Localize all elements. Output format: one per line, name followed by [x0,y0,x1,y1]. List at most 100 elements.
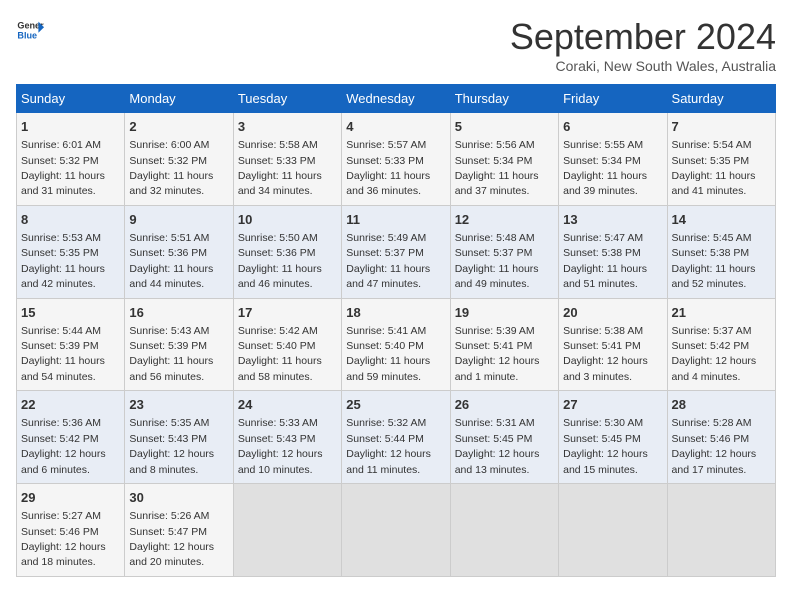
cell-info: Sunrise: 5:45 AMSunset: 5:38 PMDaylight:… [672,232,756,290]
day-number: 11 [346,211,445,229]
calendar-cell: 16 Sunrise: 5:43 AMSunset: 5:39 PMDayligh… [125,298,233,391]
day-number: 8 [21,211,120,229]
cell-info: Sunrise: 5:43 AMSunset: 5:39 PMDaylight:… [129,325,213,383]
day-number: 4 [346,118,445,136]
col-sunday: Sunday [17,85,125,113]
cell-info: Sunrise: 5:51 AMSunset: 5:36 PMDaylight:… [129,232,213,290]
table-row: 29 Sunrise: 5:27 AMSunset: 5:46 PMDayligh… [17,484,776,577]
calendar-cell: 5 Sunrise: 5:56 AMSunset: 5:34 PMDaylight… [450,113,558,206]
calendar-cell: 4 Sunrise: 5:57 AMSunset: 5:33 PMDaylight… [342,113,450,206]
cell-info: Sunrise: 6:01 AMSunset: 5:32 PMDaylight:… [21,139,105,197]
calendar-cell: 7Sunrise: 5:54 AMSunset: 5:35 PMDaylight… [667,113,775,206]
table-row: 8 Sunrise: 5:53 AMSunset: 5:35 PMDaylight… [17,205,776,298]
calendar-cell [342,484,450,577]
calendar-cell [559,484,667,577]
cell-info: Sunrise: 5:33 AMSunset: 5:43 PMDaylight:… [238,417,323,475]
cell-info: Sunrise: 5:57 AMSunset: 5:33 PMDaylight:… [346,139,430,197]
day-number: 29 [21,489,120,507]
calendar-cell: 17Sunrise: 5:42 AMSunset: 5:40 PMDayligh… [233,298,341,391]
day-number: 13 [563,211,662,229]
cell-info: Sunrise: 5:32 AMSunset: 5:44 PMDaylight:… [346,417,431,475]
day-number: 26 [455,396,554,414]
location: Coraki, New South Wales, Australia [510,58,776,74]
cell-info: Sunrise: 5:30 AMSunset: 5:45 PMDaylight:… [563,417,648,475]
page-header: General Blue September 2024 Coraki, New … [16,16,776,74]
cell-info: Sunrise: 6:00 AMSunset: 5:32 PMDaylight:… [129,139,213,197]
calendar-cell: 24 Sunrise: 5:33 AMSunset: 5:43 PMDayligh… [233,391,341,484]
calendar-cell: 25 Sunrise: 5:32 AMSunset: 5:44 PMDayligh… [342,391,450,484]
calendar-cell: 14Sunrise: 5:45 AMSunset: 5:38 PMDayligh… [667,205,775,298]
cell-info: Sunrise: 5:28 AMSunset: 5:46 PMDaylight:… [672,417,757,475]
logo-icon: General Blue [16,16,44,44]
calendar-cell: 3Sunrise: 5:58 AMSunset: 5:33 PMDaylight… [233,113,341,206]
col-saturday: Saturday [667,85,775,113]
day-number: 2 [129,118,228,136]
cell-info: Sunrise: 5:55 AMSunset: 5:34 PMDaylight:… [563,139,647,197]
cell-info: Sunrise: 5:31 AMSunset: 5:45 PMDaylight:… [455,417,540,475]
day-number: 22 [21,396,120,414]
cell-info: Sunrise: 5:35 AMSunset: 5:43 PMDaylight:… [129,417,214,475]
cell-info: Sunrise: 5:27 AMSunset: 5:46 PMDaylight:… [21,510,106,568]
header-row: Sunday Monday Tuesday Wednesday Thursday… [17,85,776,113]
col-tuesday: Tuesday [233,85,341,113]
calendar-cell: 18 Sunrise: 5:41 AMSunset: 5:40 PMDayligh… [342,298,450,391]
calendar-cell: 21Sunrise: 5:37 AMSunset: 5:42 PMDayligh… [667,298,775,391]
cell-info: Sunrise: 5:41 AMSunset: 5:40 PMDaylight:… [346,325,430,383]
cell-info: Sunrise: 5:56 AMSunset: 5:34 PMDaylight:… [455,139,539,197]
day-number: 25 [346,396,445,414]
calendar-cell: 9Sunrise: 5:51 AMSunset: 5:36 PMDaylight… [125,205,233,298]
day-number: 10 [238,211,337,229]
logo: General Blue [16,16,44,44]
day-number: 20 [563,304,662,322]
calendar-cell: 8 Sunrise: 5:53 AMSunset: 5:35 PMDaylight… [17,205,125,298]
col-monday: Monday [125,85,233,113]
cell-info: Sunrise: 5:26 AMSunset: 5:47 PMDaylight:… [129,510,214,568]
day-number: 6 [563,118,662,136]
calendar-cell: 20 Sunrise: 5:38 AMSunset: 5:41 PMDayligh… [559,298,667,391]
calendar-cell: 13 Sunrise: 5:47 AMSunset: 5:38 PMDayligh… [559,205,667,298]
calendar-cell: 29 Sunrise: 5:27 AMSunset: 5:46 PMDayligh… [17,484,125,577]
col-thursday: Thursday [450,85,558,113]
day-number: 24 [238,396,337,414]
cell-info: Sunrise: 5:39 AMSunset: 5:41 PMDaylight:… [455,325,540,383]
svg-text:Blue: Blue [17,30,37,40]
cell-info: Sunrise: 5:42 AMSunset: 5:40 PMDaylight:… [238,325,322,383]
table-row: 1 Sunrise: 6:01 AMSunset: 5:32 PMDaylight… [17,113,776,206]
day-number: 5 [455,118,554,136]
table-row: 22 Sunrise: 5:36 AMSunset: 5:42 PMDayligh… [17,391,776,484]
day-number: 18 [346,304,445,322]
cell-info: Sunrise: 5:36 AMSunset: 5:42 PMDaylight:… [21,417,106,475]
day-number: 16 [129,304,228,322]
day-number: 23 [129,396,228,414]
day-number: 7 [672,118,771,136]
calendar-table: Sunday Monday Tuesday Wednesday Thursday… [16,84,776,577]
day-number: 19 [455,304,554,322]
calendar-cell: 28 Sunrise: 5:28 AMSunset: 5:46 PMDayligh… [667,391,775,484]
cell-info: Sunrise: 5:58 AMSunset: 5:33 PMDaylight:… [238,139,322,197]
cell-info: Sunrise: 5:47 AMSunset: 5:38 PMDaylight:… [563,232,647,290]
day-number: 28 [672,396,771,414]
calendar-cell [233,484,341,577]
col-wednesday: Wednesday [342,85,450,113]
calendar-cell: 26 Sunrise: 5:31 AMSunset: 5:45 PMDayligh… [450,391,558,484]
cell-info: Sunrise: 5:50 AMSunset: 5:36 PMDaylight:… [238,232,322,290]
calendar-cell: 12Sunrise: 5:48 AMSunset: 5:37 PMDayligh… [450,205,558,298]
day-number: 30 [129,489,228,507]
day-number: 27 [563,396,662,414]
calendar-cell: 23 Sunrise: 5:35 AMSunset: 5:43 PMDayligh… [125,391,233,484]
calendar-cell: 27 Sunrise: 5:30 AMSunset: 5:45 PMDayligh… [559,391,667,484]
day-number: 1 [21,118,120,136]
cell-info: Sunrise: 5:37 AMSunset: 5:42 PMDaylight:… [672,325,757,383]
title-block: September 2024 Coraki, New South Wales, … [510,16,776,74]
col-friday: Friday [559,85,667,113]
calendar-cell: 19 Sunrise: 5:39 AMSunset: 5:41 PMDayligh… [450,298,558,391]
calendar-cell [667,484,775,577]
calendar-cell: 30 Sunrise: 5:26 AMSunset: 5:47 PMDayligh… [125,484,233,577]
cell-info: Sunrise: 5:48 AMSunset: 5:37 PMDaylight:… [455,232,539,290]
calendar-cell: 10 Sunrise: 5:50 AMSunset: 5:36 PMDayligh… [233,205,341,298]
cell-info: Sunrise: 5:38 AMSunset: 5:41 PMDaylight:… [563,325,648,383]
calendar-cell: 22 Sunrise: 5:36 AMSunset: 5:42 PMDayligh… [17,391,125,484]
cell-info: Sunrise: 5:44 AMSunset: 5:39 PMDaylight:… [21,325,105,383]
calendar-cell: 11Sunrise: 5:49 AMSunset: 5:37 PMDayligh… [342,205,450,298]
cell-info: Sunrise: 5:53 AMSunset: 5:35 PMDaylight:… [21,232,105,290]
